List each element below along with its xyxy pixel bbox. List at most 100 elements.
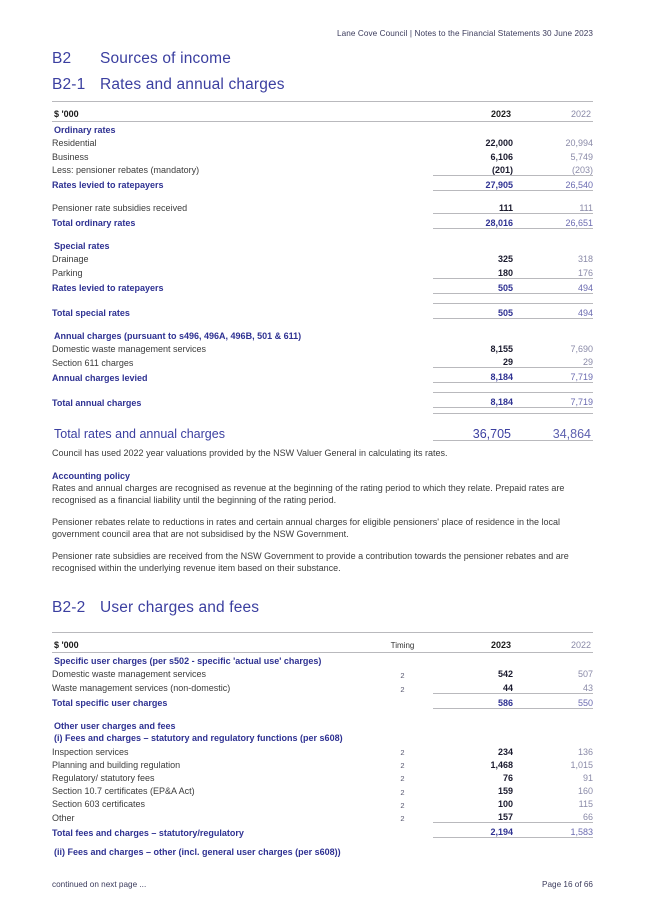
row-timing (372, 175, 433, 190)
row-value-2023: 22,000 (485, 138, 513, 149)
table-spacer-row (52, 293, 593, 303)
row-timing (372, 341, 433, 354)
row-value-2023: 8,184 (433, 392, 513, 409)
user-charges-and-fees-table: $ '000 Timing 2023 2022 Specific user ch… (52, 632, 593, 857)
table-row: Total ordinary rates 28,016 26,651 (52, 212, 593, 229)
row-timing (372, 354, 433, 368)
row-label: Section 10.7 certificates (EP&A Act) (52, 786, 195, 797)
row-timing (372, 393, 433, 408)
row-value-2022: 7,719 (513, 367, 593, 384)
table-row: Domestic waste management services 2 542 50… (52, 666, 593, 679)
spacer-cell (52, 293, 593, 303)
row-timing: 2 (400, 814, 405, 824)
row-value-2023: 44 (433, 679, 513, 694)
accounting-policy-paragraph-1: Rates and annual charges are recognised … (52, 483, 565, 506)
table-section-heading-row: Other user charges and fees (52, 718, 593, 731)
row-value-2022: (203) (513, 161, 593, 176)
table-row: Waste management services (non-domestic)… (52, 679, 593, 694)
row-value-2022: 507 (577, 669, 593, 680)
note-number-b2-2: B2-2 (52, 599, 86, 616)
section-heading-label: (ii) Fees and charges – other (incl. gen… (54, 846, 341, 857)
row-value-2022: 29 (513, 353, 593, 369)
row-value-2023: 505 (433, 277, 513, 294)
row-label: Parking (52, 268, 83, 278)
row-value-2022: 5,749 (570, 151, 593, 162)
column-header-2023: 2023 (433, 632, 513, 653)
footer-continued: continued on next page ... (52, 880, 147, 889)
table-row: Rates levied to ratepayers 27,905 26,540 (52, 174, 593, 191)
row-value-2023: 157 (433, 809, 513, 824)
spacer-cell (52, 318, 593, 328)
row-value-2023: 36,705 (433, 413, 513, 442)
table-spacer-row (52, 318, 593, 328)
row-label: Total ordinary rates (52, 218, 136, 229)
row-timing: 2 (400, 670, 405, 680)
row-timing (372, 823, 433, 838)
row-timing (372, 693, 433, 708)
table-row: Residential 22,000 20,994 (52, 135, 593, 148)
accounting-policy-paragraph-3: Pensioner rate subsidies are received fr… (52, 551, 569, 574)
table-section-heading-row: Special rates (52, 238, 593, 251)
row-label: Total specific user charges (52, 698, 168, 709)
row-value-2023: 2,194 (433, 822, 513, 839)
spacer-cell (52, 708, 593, 718)
row-value-2023: 6,106 (490, 151, 513, 162)
table-row: Pensioner rate subsidies received 111 111 (52, 199, 593, 214)
row-timing: 2 (400, 787, 405, 797)
table-header-row: $ '000 2023 2022 (52, 101, 593, 122)
row-value-2023: 586 (433, 692, 513, 709)
row-value-2022: 1,583 (513, 822, 593, 839)
column-header-2023: 2023 (433, 101, 513, 122)
rates-and-annual-charges-table: $ '000 2023 2022 Ordinary rates Residenti… (52, 101, 593, 442)
row-label: Domestic waste management services (52, 343, 207, 354)
row-value-2022: 34,864 (513, 413, 593, 442)
table-row: Planning and building regulation 2 1,468 1,… (52, 757, 593, 770)
row-value-2023: 505 (433, 302, 513, 319)
user-charges-table-body: Specific user charges (per s502 - specif… (52, 653, 593, 857)
row-value-2022: 115 (578, 799, 593, 810)
row-value-2022: 111 (513, 199, 593, 214)
note-title-b2: Sources of income (100, 50, 232, 67)
row-value-2023: 27,905 (433, 174, 513, 191)
section-heading-label: Ordinary rates (54, 125, 116, 136)
row-timing (372, 148, 433, 161)
table-row: Inspection services 2 234 136 (52, 743, 593, 756)
row-value-2023: 29 (433, 353, 513, 369)
row-label: Business (52, 151, 89, 162)
row-value-2023: 234 (497, 746, 513, 757)
row-timing (372, 251, 433, 264)
row-value-2023: 180 (433, 264, 513, 279)
row-value-2022: 91 (582, 772, 593, 783)
row-label: Drainage (52, 254, 89, 265)
table-row: Rates levied to ratepayers 505 494 (52, 277, 593, 294)
table-row: Total special rates 505 494 (52, 302, 593, 319)
row-label: Total special rates (52, 308, 130, 318)
row-value-2022: 1,015 (570, 759, 593, 770)
row-label: Pensioner rate subsidies received (52, 203, 188, 214)
row-value-2023: 542 (497, 669, 513, 680)
row-value-2022: 160 (577, 786, 593, 797)
running-header: Lane Cove Council | Notes to the Financi… (336, 29, 593, 38)
row-label: Inspection services (52, 746, 129, 757)
table-spacer-row (52, 383, 593, 393)
row-value-2022: 7,690 (570, 343, 593, 354)
section-heading-label: Annual charges (pursuant to s496, 496A, … (54, 330, 302, 341)
row-timing (372, 213, 433, 228)
row-timing (372, 200, 433, 214)
table-row: Section 10.7 certificates (EP&A Act) 2 159… (52, 783, 593, 796)
table-row: Total fees and charges – statutory/regul… (52, 822, 593, 839)
column-header-2022: 2022 (513, 632, 593, 653)
column-header-timing (372, 101, 433, 122)
table-header-row: $ '000 Timing 2023 2022 (52, 632, 593, 653)
note-number-b2: B2 (52, 50, 72, 67)
row-value-2022: 494 (513, 302, 593, 319)
table-row: Business 6,106 5,749 (52, 148, 593, 161)
section-heading-label: Special rates (54, 241, 110, 252)
table-row: Domestic waste management services 8,155 7… (52, 341, 593, 354)
row-timing (372, 414, 433, 441)
row-label: Total rates and annual charges (54, 427, 225, 442)
note-title-b2-1: Rates and annual charges (100, 76, 285, 93)
row-value-2022: 550 (513, 692, 593, 709)
accounting-policy-paragraph-2: Pensioner rebates relate to reductions i… (52, 517, 561, 540)
section-heading-label: Other user charges and fees (54, 720, 176, 731)
